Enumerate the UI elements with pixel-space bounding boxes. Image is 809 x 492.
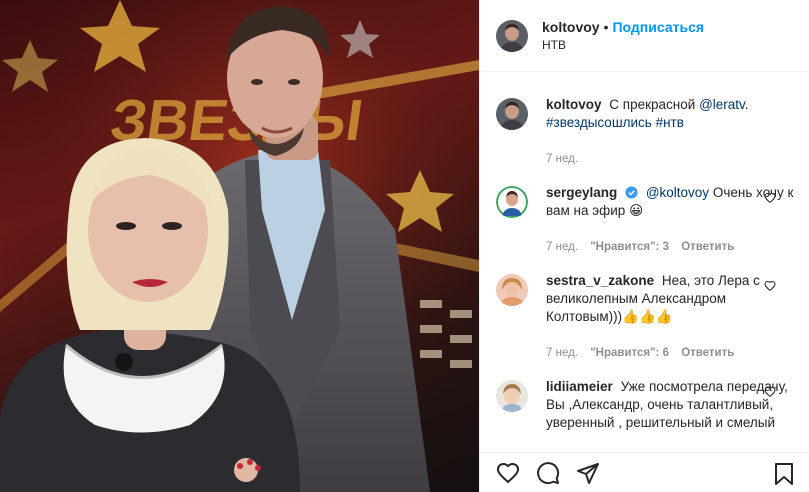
comment-author[interactable]: lidiiameier [546,379,613,394]
comment-likes[interactable]: "Нравится": 3 [590,241,669,253]
comment-text: sergeylang @koltovoy Очень хочу к вам на… [546,184,796,220]
comment-likes[interactable]: "Нравится": 6 [590,347,669,359]
caption-text: koltovoy С прекрасной @leratv. #звездысо… [546,96,796,132]
comment-text: sestra_v_zakone Неа, это Лера с великоле… [546,272,796,326]
instagram-post: ЗВЕЗДЫ koltovoy • Подписаться НТВ koltov… [0,0,809,492]
comment-item: lidiiameier Уже посмотрела передачу, Вы … [496,378,796,432]
post-side-panel: koltovoy • Подписаться НТВ koltovoy С пр… [479,0,809,492]
author-info: koltovoy • Подписаться НТВ [542,18,704,54]
author-line: koltovoy • Подписаться [542,18,704,36]
author-username[interactable]: koltovoy [542,19,600,35]
caption-author[interactable]: koltovoy [546,97,602,112]
comment-item: sestra_v_zakone Неа, это Лера с великоле… [496,272,796,362]
verified-badge-icon [625,186,638,199]
reply-button[interactable]: Ответить [681,347,734,359]
comment-like-heart-icon[interactable] [764,192,776,204]
comment-item: sergeylang @koltovoy Очень хочу к вам на… [496,184,796,256]
post-photo[interactable]: ЗВЕЗДЫ [0,0,479,492]
reply-button[interactable]: Ответить [681,241,734,253]
caption-body: koltovoy С прекрасной @leratv. #звездысо… [546,96,796,168]
comment-time[interactable]: 7 нед. [546,241,578,253]
follow-button[interactable]: Подписаться [612,19,704,35]
avatar-image [496,274,528,306]
commenter-avatar[interactable] [496,186,528,218]
commenter-avatar[interactable] [496,380,528,412]
comment-meta: 7 нед. "Нравится": 3 Ответить [546,238,796,256]
comment-author[interactable]: sergeylang [546,185,617,200]
share-icon[interactable] [576,461,600,485]
comment-body: sergeylang @koltovoy Очень хочу к вам на… [546,184,796,256]
post-location[interactable]: НТВ [542,36,704,54]
comment-like-heart-icon[interactable] [764,280,776,292]
caption-time[interactable]: 7 нед. [546,153,578,165]
heart-icon[interactable] [496,461,520,485]
comments-list[interactable]: koltovoy С прекрасной @leratv. #звездысо… [480,80,809,450]
caption-meta: 7 нед. [546,150,796,168]
header-separator: • [603,18,609,35]
avatar-image [496,98,528,130]
comment-meta: 7 нед. "Нравится": 6 Ответить [546,344,796,362]
caption-text-prefix: С прекрасной [609,97,696,112]
post-header: koltovoy • Подписаться НТВ [480,0,809,72]
caption-text-suffix: . [744,97,749,112]
avatar-image [496,19,528,52]
comment-mention[interactable]: @koltovoy [646,185,709,200]
avatar-image [496,380,528,412]
post-photo-image: ЗВЕЗДЫ [0,0,479,492]
author-avatar[interactable] [496,19,528,52]
post-actions [480,452,809,492]
comment-text: lidiiameier Уже посмотрела передачу, Вы … [546,378,796,432]
comment-like-heart-icon[interactable] [764,386,776,398]
caption-avatar[interactable] [496,98,528,130]
caption: koltovoy С прекрасной @leratv. #звездысо… [496,96,796,168]
bookmark-icon[interactable] [772,462,796,486]
commenter-avatar[interactable] [496,274,528,306]
comment-author[interactable]: sestra_v_zakone [546,273,654,288]
comment-body: sestra_v_zakone Неа, это Лера с великоле… [546,272,796,362]
caption-hashtags[interactable]: #звездысошлись #нтв [546,115,684,130]
comment-time[interactable]: 7 нед. [546,347,578,359]
avatar-image [496,186,528,218]
caption-mention[interactable]: @leratv [699,97,745,112]
comment-icon[interactable] [536,461,560,485]
comment-body: lidiiameier Уже посмотрела передачу, Вы … [546,378,796,432]
